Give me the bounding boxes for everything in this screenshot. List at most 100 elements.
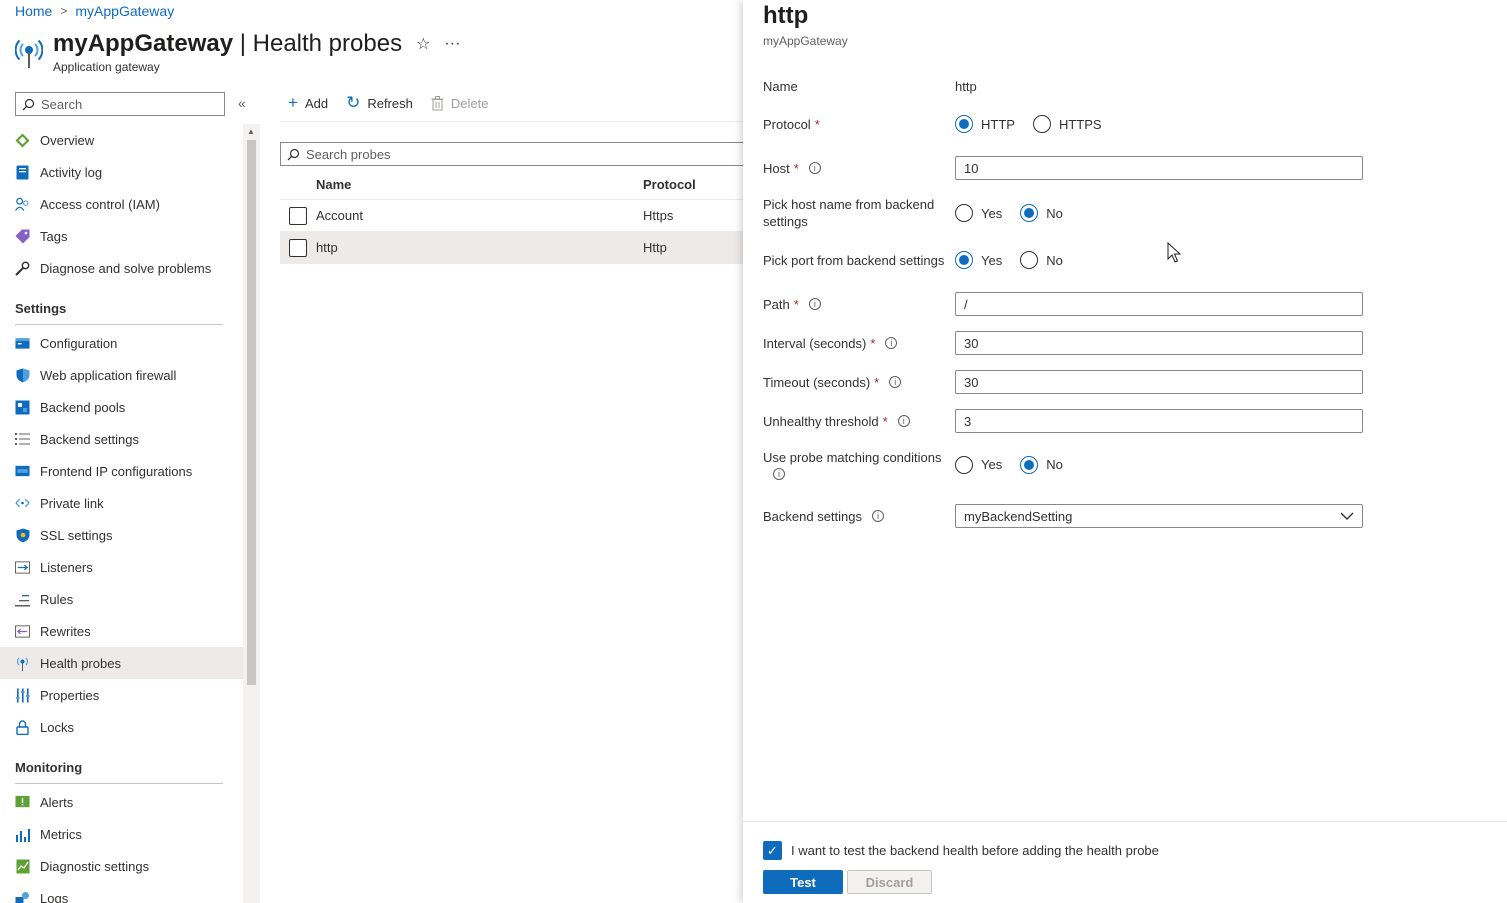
sidebar-item-tags[interactable]: Tags (0, 220, 243, 252)
probe-matching-row: Use probe matching conditions i Yes No (763, 449, 1363, 480)
metrics-icon (15, 827, 30, 842)
sidebar-search-input[interactable]: Search (15, 92, 225, 116)
sidebar-item-ssl-settings[interactable]: SSL settings (0, 519, 243, 551)
discard-button[interactable]: Discard (847, 870, 932, 894)
sidebar-nav: Overview Activity log Access control (IAM)… (0, 124, 243, 903)
sidebar-item-backend-pools[interactable]: Backend pools (0, 391, 243, 423)
breadcrumb-home-link[interactable]: Home (15, 3, 52, 19)
protocol-http-label: HTTP (981, 116, 1015, 132)
info-icon[interactable]: i (885, 337, 898, 349)
interval-row: Interval (seconds) * i 30 (763, 331, 1363, 355)
table-row[interactable]: Account Https (280, 200, 743, 232)
private-link-icon (15, 496, 30, 511)
probe-name-cell: Account (316, 208, 363, 223)
table-header: Name Protocol (280, 170, 743, 200)
name-value: http (955, 79, 977, 94)
unhealthy-threshold-input[interactable]: 3 (955, 409, 1363, 433)
sidebar-item-access-control-iam[interactable]: Access control (IAM) (0, 188, 243, 220)
command-bar: + Add ↻ Refresh Delete (288, 93, 488, 113)
info-icon[interactable]: i (808, 298, 821, 310)
info-icon[interactable]: i (897, 415, 910, 427)
info-icon[interactable]: i (808, 162, 821, 174)
sidebar-item-health-probes[interactable]: Health probes (0, 647, 243, 679)
scrollbar-thumb[interactable] (247, 140, 256, 685)
pick-port-yes-radio[interactable]: Yes (955, 251, 1002, 269)
sidebar-item-label: SSL settings (40, 527, 113, 543)
path-label-text: Path (763, 296, 790, 312)
interval-input[interactable]: 30 (955, 331, 1363, 355)
sidebar-item-label: Diagnostic settings (40, 858, 150, 874)
row-checkbox[interactable] (289, 206, 307, 225)
page-title: myAppGateway | Health probes (53, 30, 402, 58)
no-label: No (1046, 205, 1063, 221)
table-row[interactable]: http Http (280, 232, 743, 264)
path-row: Path * i / (763, 292, 1363, 316)
pick-port-label-text: Pick port from backend settings (763, 252, 945, 268)
star-icon[interactable]: ☆ (416, 34, 430, 54)
probe-matching-yes-radio[interactable]: Yes (955, 455, 1002, 474)
panel-subtitle: myAppGateway (763, 34, 848, 48)
path-label: Path * i (763, 296, 955, 313)
sidebar-item-listeners[interactable]: Listeners (0, 551, 243, 583)
sidebar-item-properties[interactable]: Properties (0, 679, 243, 711)
title-separator: | (233, 30, 253, 57)
sidebar-item-logs[interactable]: Logs (0, 882, 243, 903)
sidebar-item-private-link[interactable]: Private link (0, 487, 243, 519)
pick-host-yes-radio[interactable]: Yes (955, 204, 1002, 222)
info-icon[interactable]: i (773, 468, 785, 480)
sidebar-item-label: Tags (40, 228, 68, 244)
info-icon[interactable]: i (872, 510, 885, 522)
test-consent-checkbox[interactable]: ✓ I want to test the backend health befo… (763, 841, 1159, 860)
more-options-icon[interactable]: ··· (444, 35, 460, 53)
breadcrumb-current-link[interactable]: myAppGateway (75, 3, 174, 19)
protocol-http-radio[interactable]: HTTP (955, 115, 1015, 133)
backend-settings-dropdown[interactable]: myBackendSetting (955, 504, 1363, 528)
add-button[interactable]: + Add (288, 93, 328, 113)
row-checkbox[interactable] (289, 238, 307, 257)
sidebar-item-label: Rewrites (40, 623, 91, 639)
configuration-icon (15, 336, 30, 351)
sidebar-item-label: Overview (40, 132, 95, 148)
path-input[interactable]: / (955, 292, 1363, 316)
sidebar-item-locks[interactable]: Locks (0, 711, 243, 743)
column-header-name[interactable]: Name (316, 177, 643, 192)
sidebar-item-backend-settings[interactable]: Backend settings (0, 423, 243, 455)
sidebar-item-web-application-firewall[interactable]: Web application firewall (0, 359, 243, 391)
sidebar-item-alerts[interactable]: Alerts (0, 786, 243, 818)
timeout-label: Timeout (seconds) * i (763, 374, 955, 391)
sidebar-scrollbar[interactable]: ▲ (243, 124, 260, 903)
collapse-sidebar-icon[interactable]: « (238, 95, 246, 111)
sidebar-item-label: Properties (40, 687, 100, 703)
pick-host-no-radio[interactable]: No (1020, 204, 1063, 222)
sidebar-item-label: Locks (40, 719, 74, 735)
health-probe-resource-icon (15, 39, 43, 68)
protocol-label-text: Protocol (763, 116, 811, 132)
column-header-protocol[interactable]: Protocol (643, 177, 743, 192)
sidebar-item-configuration[interactable]: Configuration (0, 327, 243, 359)
protocol-https-radio[interactable]: HTTPS (1032, 115, 1102, 133)
health-probe-icon (15, 656, 30, 671)
probe-matching-radio-group: Yes No (955, 455, 1063, 474)
sidebar-item-diagnostic-settings[interactable]: Diagnostic settings (0, 850, 243, 882)
search-probes-input[interactable]: Search probes (280, 142, 743, 166)
sidebar-item-diagnose-and-solve-problems[interactable]: Diagnose and solve problems (0, 252, 243, 284)
refresh-button[interactable]: ↻ Refresh (346, 93, 413, 113)
delete-button[interactable]: Delete (431, 95, 488, 111)
interval-label: Interval (seconds) * i (763, 335, 955, 352)
pick-host-label-text: Pick host name from backend settings (763, 197, 935, 229)
scroll-up-arrow-icon[interactable]: ▲ (247, 127, 255, 136)
sidebar-item-rules[interactable]: Rules (0, 583, 243, 615)
host-input[interactable]: 10 (955, 156, 1363, 180)
info-icon[interactable]: i (889, 376, 902, 388)
sidebar-item-activity-log[interactable]: Activity log (0, 156, 243, 188)
probe-matching-no-radio[interactable]: No (1020, 455, 1063, 474)
sidebar-item-overview[interactable]: Overview (0, 124, 243, 156)
sidebar-item-rewrites[interactable]: Rewrites (0, 615, 243, 647)
tag-icon (15, 229, 30, 244)
sidebar-item-metrics[interactable]: Metrics (0, 818, 243, 850)
pick-port-no-radio[interactable]: No (1020, 251, 1063, 269)
timeout-input[interactable]: 30 (955, 370, 1363, 394)
sidebar-item-frontend-ip-configurations[interactable]: Frontend IP configurations (0, 455, 243, 487)
section-divider (15, 783, 223, 784)
test-button[interactable]: Test (763, 870, 843, 894)
